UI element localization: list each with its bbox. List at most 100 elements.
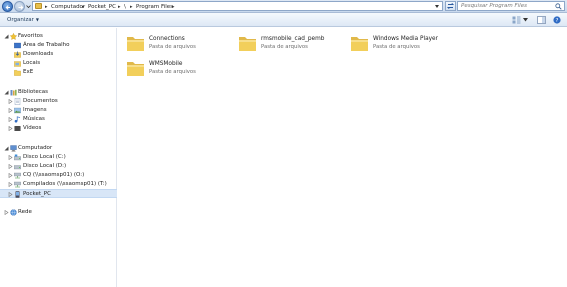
nav-item-downloads[interactable]: Downloads xyxy=(0,50,117,59)
expanded-triangle-icon[interactable] xyxy=(4,146,9,151)
folder-icon xyxy=(239,37,256,51)
pictures-icon xyxy=(14,107,21,114)
libraries-icon xyxy=(10,89,17,96)
nav-favorites[interactable]: Favoritos xyxy=(0,32,117,41)
nav-item-pocket-pc[interactable]: Pocket_PC xyxy=(0,189,117,198)
nav-network-label: Rede xyxy=(18,209,32,215)
search-box[interactable] xyxy=(457,1,565,11)
folder-type: Pasta de arquivos xyxy=(149,69,196,75)
nav-item-label: Músicas xyxy=(23,116,45,122)
system-drive-icon xyxy=(14,154,21,161)
organize-button[interactable]: Organizar ▼ xyxy=(7,16,39,24)
nav-item-cq-network-drive[interactable]: CQ (\\ssaomsp01) (O:) xyxy=(0,171,117,180)
nav-item-label: Downloads xyxy=(23,51,54,57)
collapsed-triangle-icon[interactable] xyxy=(4,210,9,215)
computer-icon xyxy=(10,145,17,152)
address-history-chevron-icon[interactable] xyxy=(435,5,439,8)
nav-item-label: Vídeos xyxy=(23,125,42,131)
nav-favorites-label: Favoritos xyxy=(18,33,43,39)
chevron-down-icon: ▼ xyxy=(35,17,39,22)
network-drive-icon xyxy=(14,181,21,188)
folder-name: Windows Media Player xyxy=(373,36,439,42)
folder-icon xyxy=(351,37,368,51)
folder-item-connections[interactable]: Connections Pasta de arquivos xyxy=(126,33,236,55)
svg-text:?: ? xyxy=(556,18,559,24)
change-view-icon[interactable] xyxy=(512,16,521,24)
search-input[interactable] xyxy=(461,2,555,10)
nav-libraries[interactable]: Bibliotecas xyxy=(0,88,117,97)
network-drive-icon xyxy=(14,172,21,179)
collapsed-triangle-icon[interactable] xyxy=(8,108,13,113)
folder-item-wmsmobile[interactable]: WMSMobile Pasta de arquivos xyxy=(126,58,236,80)
nav-item-exe[interactable]: ExE xyxy=(0,68,117,77)
breadcrumb-program-files[interactable]: Program Files xyxy=(136,3,173,11)
preview-pane-icon[interactable] xyxy=(537,16,546,24)
collapsed-triangle-icon[interactable] xyxy=(8,155,13,160)
nav-item-disco-local-d[interactable]: Disco Local (D:) xyxy=(0,162,117,171)
expanded-triangle-icon[interactable] xyxy=(4,90,9,95)
nav-item-musicas[interactable]: Músicas xyxy=(0,115,117,124)
nav-item-disco-local-c[interactable]: Disco Local (C:) xyxy=(0,153,117,162)
nav-item-label: Compilados (\\ssaomsp01) (T:) xyxy=(23,181,107,187)
collapsed-triangle-icon[interactable] xyxy=(8,164,13,169)
folder-type: Pasta de arquivos xyxy=(149,44,196,50)
folder-type: Pasta de arquivos xyxy=(373,44,420,50)
recent-pages-chevron-icon[interactable] xyxy=(26,4,31,9)
drive-icon xyxy=(14,165,21,170)
back-button[interactable] xyxy=(2,1,13,12)
collapsed-triangle-icon[interactable] xyxy=(8,182,13,187)
view-options-chevron-icon[interactable] xyxy=(523,18,528,22)
nav-item-label: Pocket_PC xyxy=(23,191,51,197)
collapsed-triangle-icon[interactable] xyxy=(8,192,13,197)
nav-item-compilados-network-drive[interactable]: Compilados (\\ssaomsp01) (T:) xyxy=(0,180,117,189)
folder-type: Pasta de arquivos xyxy=(261,44,308,50)
nav-item-label: Disco Local (D:) xyxy=(23,163,67,169)
organize-label: Organizar xyxy=(7,17,34,23)
navigation-pane: Favoritos Área de Trabalho Downloads Loc… xyxy=(0,28,117,287)
search-icon[interactable] xyxy=(555,3,562,10)
folder-name: rmsmobile_cad_pemb xyxy=(261,36,325,42)
command-bar: Organizar ▼ ? xyxy=(0,13,567,27)
nav-network[interactable]: Rede xyxy=(0,208,117,217)
collapsed-triangle-icon[interactable] xyxy=(8,99,13,104)
breadcrumb-computador[interactable]: Computador xyxy=(51,3,85,11)
nav-item-videos[interactable]: Vídeos xyxy=(0,124,117,133)
folder-item-windows-media-player[interactable]: Windows Media Player Pasta de arquivos xyxy=(350,33,460,55)
folder-icon xyxy=(127,37,144,51)
breadcrumb[interactable]: ▸ Computador ▸ Pocket_PC ▸ \ ▸ Program F… xyxy=(32,1,443,11)
breadcrumb-separator-icon: ▸ xyxy=(172,4,175,10)
address-bar: ▸ Computador ▸ Pocket_PC ▸ \ ▸ Program F… xyxy=(0,0,567,13)
collapsed-triangle-icon[interactable] xyxy=(8,126,13,131)
expanded-triangle-icon[interactable] xyxy=(4,34,9,39)
folder-icon xyxy=(127,62,144,76)
nav-computer[interactable]: Computador xyxy=(0,144,117,153)
file-list: Connections Pasta de arquivos rmsmobile_… xyxy=(118,28,567,287)
nav-item-label: Locais xyxy=(23,60,41,66)
collapsed-triangle-icon[interactable] xyxy=(8,173,13,178)
nav-item-label: Disco Local (C:) xyxy=(23,154,66,160)
refresh-button[interactable] xyxy=(445,1,456,11)
breadcrumb-separator-icon: ▸ xyxy=(130,4,133,10)
breadcrumb-pocket-pc[interactable]: Pocket_PC xyxy=(88,3,116,11)
breadcrumb-root[interactable]: \ xyxy=(124,3,126,11)
help-icon[interactable]: ? xyxy=(553,16,561,24)
nav-item-label: ExE xyxy=(23,69,34,75)
collapsed-triangle-icon[interactable] xyxy=(8,117,13,122)
nav-item-imagens[interactable]: Imagens xyxy=(0,106,117,115)
nav-item-documentos[interactable]: Documentos xyxy=(0,97,117,106)
nav-item-label: Documentos xyxy=(23,98,58,104)
forward-button[interactable] xyxy=(14,1,25,12)
nav-item-locais[interactable]: Locais xyxy=(0,59,117,68)
nav-item-label: Área de Trabalho xyxy=(23,42,70,48)
folder-name: WMSMobile xyxy=(149,61,183,67)
folder-item-rmsmobile-cad-pemb[interactable]: rmsmobile_cad_pemb Pasta de arquivos xyxy=(238,33,348,55)
mobile-device-icon xyxy=(15,191,20,198)
videos-icon xyxy=(14,126,21,131)
documents-icon xyxy=(14,98,21,105)
nav-item-label: Imagens xyxy=(23,107,47,113)
downloads-folder-icon xyxy=(14,51,21,58)
back-arrow-icon xyxy=(5,5,10,10)
folder-icon xyxy=(14,70,21,76)
nav-libraries-label: Bibliotecas xyxy=(18,89,49,95)
nav-item-area-de-trabalho[interactable]: Área de Trabalho xyxy=(0,41,117,50)
